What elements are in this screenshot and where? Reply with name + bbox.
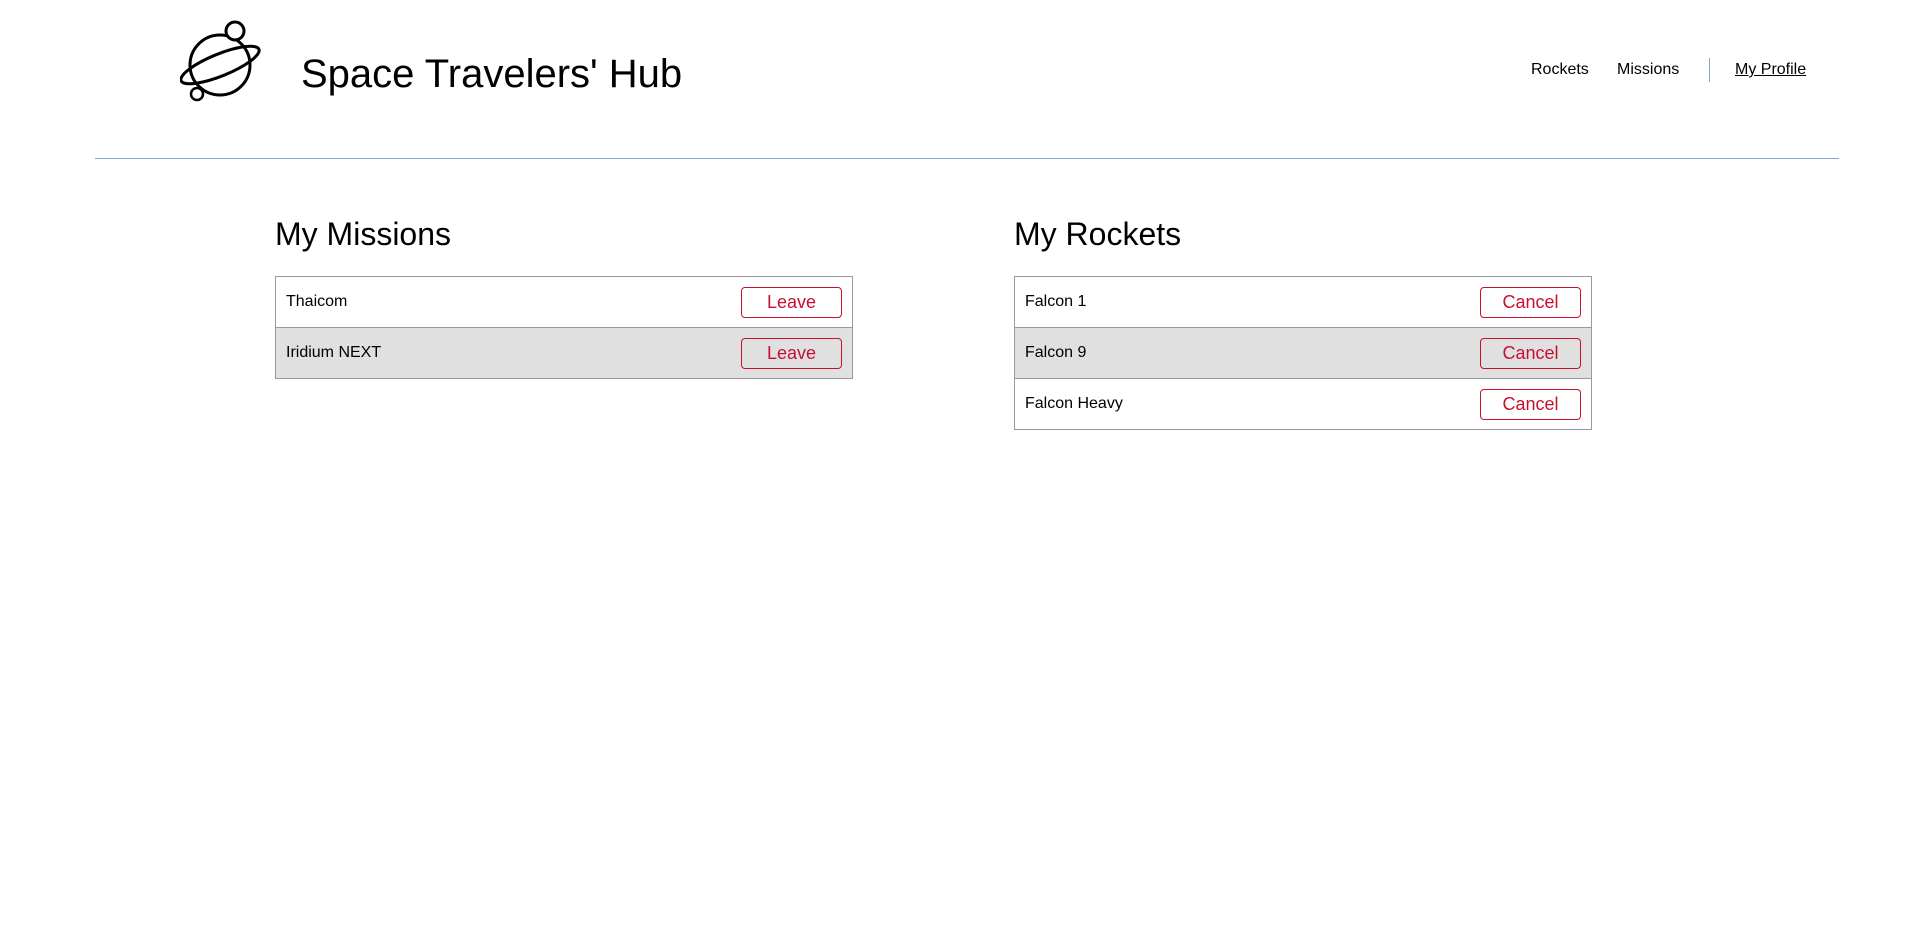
rocket-name: Falcon 9 bbox=[1025, 344, 1087, 361]
mission-name: Iridium NEXT bbox=[286, 344, 382, 361]
nav-link-my-profile[interactable]: My Profile bbox=[1735, 58, 1806, 82]
cancel-reservation-button[interactable]: Cancel bbox=[1480, 388, 1581, 420]
rocket-name: Falcon Heavy bbox=[1025, 395, 1123, 412]
my-rockets-title: My Rockets bbox=[1014, 216, 1182, 252]
leave-mission-button[interactable]: Leave bbox=[741, 286, 842, 318]
site-header: Space Travelers' Hub Rockets Missions My… bbox=[95, 0, 1839, 159]
rocket-name: Falcon 1 bbox=[1025, 293, 1087, 310]
leave-mission-button[interactable]: Leave bbox=[741, 337, 842, 369]
mission-row: Iridium NEXT Leave bbox=[276, 328, 852, 378]
rocket-row: Falcon 9 Cancel bbox=[1015, 328, 1591, 379]
missions-list: Thaicom Leave Iridium NEXT Leave bbox=[275, 276, 853, 379]
nav-link-rockets[interactable]: Rockets bbox=[1531, 58, 1589, 82]
rocket-row: Falcon Heavy Cancel bbox=[1015, 379, 1591, 429]
rockets-list: Falcon 1 Cancel Falcon 9 Cancel Falcon H… bbox=[1014, 276, 1592, 430]
my-missions-title: My Missions bbox=[275, 216, 452, 252]
nav-divider bbox=[1709, 58, 1710, 82]
main-nav: Rockets Missions My Profile bbox=[95, 58, 1839, 82]
my-missions-section: My Missions Thaicom Leave Iridium NEXT L… bbox=[275, 214, 853, 379]
rocket-row: Falcon 1 Cancel bbox=[1015, 277, 1591, 328]
cancel-reservation-button[interactable]: Cancel bbox=[1480, 337, 1581, 369]
cancel-reservation-button[interactable]: Cancel bbox=[1480, 286, 1581, 318]
mission-name: Thaicom bbox=[286, 293, 348, 310]
my-rockets-section: My Rockets Falcon 1 Cancel Falcon 9 Canc… bbox=[1014, 214, 1592, 430]
nav-link-missions[interactable]: Missions bbox=[1617, 58, 1679, 82]
mission-row: Thaicom Leave bbox=[276, 277, 852, 328]
